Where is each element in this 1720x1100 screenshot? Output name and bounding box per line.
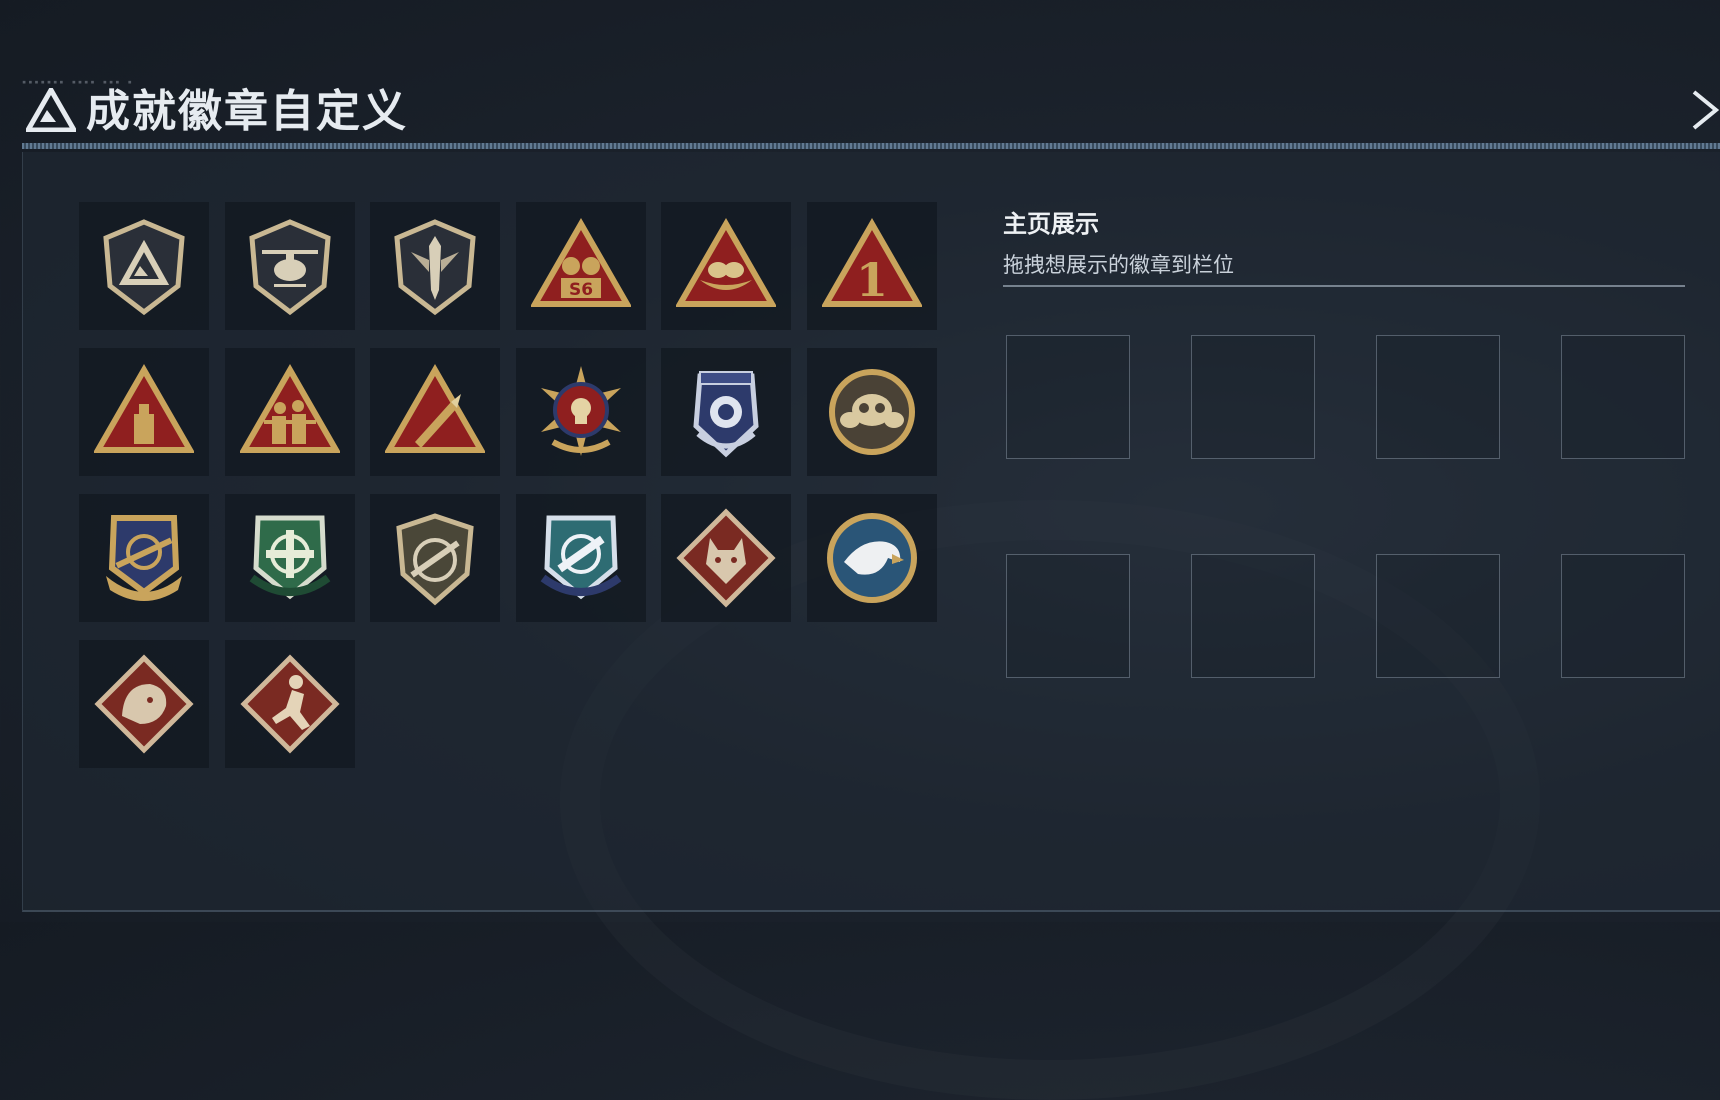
sniper-shield-badge-icon bbox=[396, 513, 474, 606]
nest-triangle-badge-icon bbox=[676, 217, 776, 307]
police-crest-badge-icon bbox=[693, 371, 759, 458]
soldiers-triangle-badge-icon bbox=[239, 363, 340, 453]
eagle-circle-badge-icon bbox=[826, 513, 917, 603]
showcase-slot[interactable] bbox=[1191, 554, 1315, 678]
tower-triangle-badge[interactable] bbox=[79, 348, 209, 476]
dagger-shield-badge-icon bbox=[394, 219, 476, 316]
green-crosshair-crest-badge-icon bbox=[249, 515, 330, 600]
eagle-circle-badge[interactable] bbox=[806, 494, 937, 622]
svg-text:S6: S6 bbox=[568, 280, 592, 300]
rocket-triangle-badge-icon bbox=[385, 363, 485, 453]
delta-shield-badge-icon bbox=[103, 219, 185, 316]
s6-triangle-badge-icon: S6 bbox=[530, 217, 631, 307]
number-one-triangle-badge-icon: 1 bbox=[821, 217, 922, 307]
showcase-slot[interactable] bbox=[1006, 554, 1130, 678]
skull-star-badge-icon bbox=[540, 366, 621, 456]
helicopter-shield-badge-icon bbox=[248, 219, 331, 316]
police-crest-badge[interactable] bbox=[661, 348, 791, 476]
gold-rifle-crest-badge[interactable] bbox=[79, 494, 209, 622]
helicopter-shield-badge[interactable] bbox=[224, 202, 355, 330]
nest-triangle-badge[interactable] bbox=[661, 202, 791, 330]
tower-triangle-badge-icon bbox=[94, 363, 194, 453]
delta-logo-icon bbox=[26, 88, 76, 132]
number-one-triangle-badge[interactable]: 1 bbox=[806, 202, 937, 330]
svg-text:1: 1 bbox=[855, 253, 887, 307]
showcase-title: 主页展示 bbox=[1003, 210, 1099, 238]
showcase-slot[interactable] bbox=[1191, 335, 1315, 459]
showcase-slot[interactable] bbox=[1561, 335, 1685, 459]
dragon-diamond-badge[interactable] bbox=[79, 640, 209, 768]
blue-crosshair-crest-badge-icon bbox=[540, 515, 621, 600]
runner-diamond-badge[interactable] bbox=[224, 640, 355, 768]
delta-shield-badge[interactable] bbox=[79, 202, 209, 330]
showcase-slot[interactable] bbox=[1376, 554, 1500, 678]
showcase-slot[interactable] bbox=[1006, 335, 1130, 459]
close-icon[interactable] bbox=[1690, 88, 1720, 132]
dagger-shield-badge[interactable] bbox=[370, 202, 500, 330]
runner-diamond-badge-icon bbox=[239, 654, 340, 754]
wolf-diamond-badge[interactable] bbox=[661, 494, 791, 622]
skull-star-badge[interactable] bbox=[515, 348, 646, 476]
dragon-diamond-badge-icon bbox=[94, 654, 194, 754]
wolf-diamond-badge-icon bbox=[676, 508, 776, 608]
page-title: 成就徽章自定义 bbox=[86, 86, 408, 137]
blue-crosshair-crest-badge[interactable] bbox=[515, 494, 646, 622]
header: 成就徽章自定义 bbox=[22, 84, 1720, 138]
header-divider bbox=[22, 143, 1720, 149]
showcase-header: 主页展示 拖拽想展示的徽章到栏位 bbox=[1003, 204, 1687, 279]
showcase-slot[interactable] bbox=[1561, 554, 1685, 678]
sniper-shield-badge[interactable] bbox=[370, 494, 500, 622]
showcase-divider bbox=[1003, 285, 1685, 287]
gold-rifle-crest-badge-icon bbox=[106, 515, 182, 601]
showcase-subtitle: 拖拽想展示的徽章到栏位 bbox=[1003, 253, 1234, 277]
soldiers-triangle-badge[interactable] bbox=[224, 348, 355, 476]
showcase-slot[interactable] bbox=[1376, 335, 1500, 459]
skull-helmet-badge[interactable] bbox=[806, 348, 937, 476]
skull-helmet-badge-icon bbox=[828, 369, 915, 455]
rocket-triangle-badge[interactable] bbox=[370, 348, 500, 476]
green-crosshair-crest-badge[interactable] bbox=[224, 494, 355, 622]
s6-triangle-badge[interactable]: S6 bbox=[515, 202, 646, 330]
